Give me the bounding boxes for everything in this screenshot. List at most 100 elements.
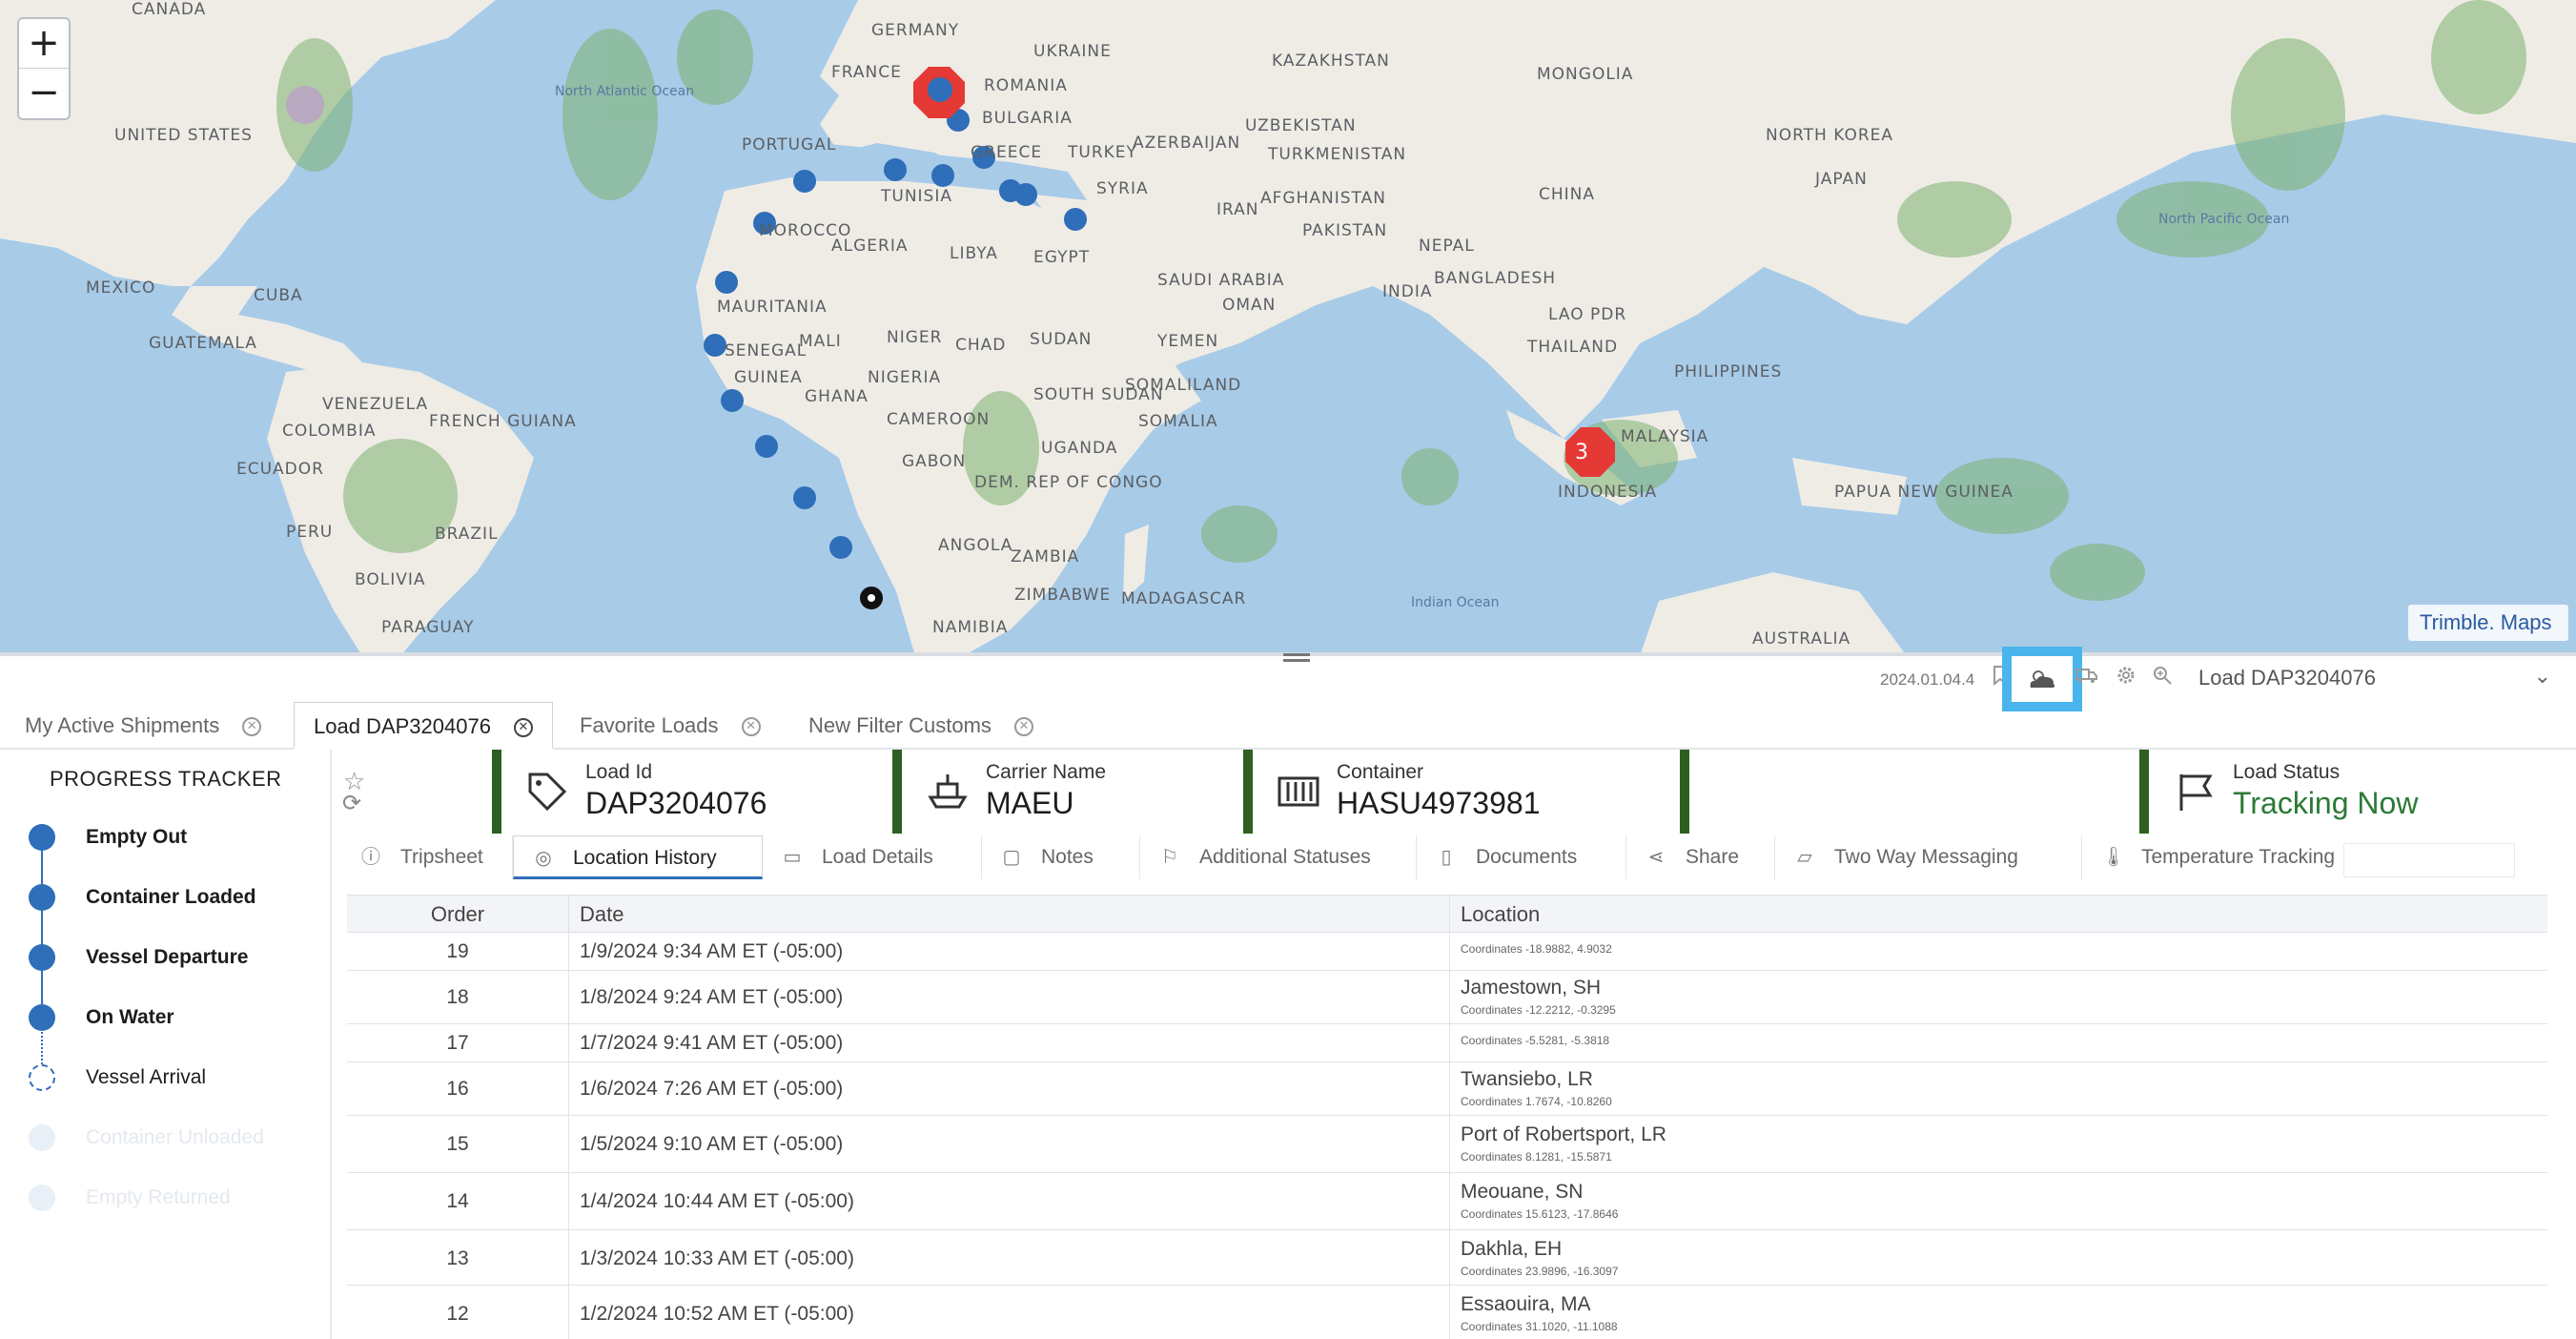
map-label: OMAN xyxy=(1222,296,1277,315)
zoom-control: + − xyxy=(17,17,71,120)
shipment-tabs: My Active Shipments ✕ Load DAP3204076 ✕ Fa… xyxy=(0,702,2576,750)
truck-icon: ▭ xyxy=(783,847,802,868)
info-icon: ⓘ xyxy=(361,847,380,868)
container-icon xyxy=(1278,776,1319,807)
tab-my-active-shipments[interactable]: My Active Shipments ✕ xyxy=(25,702,262,750)
close-tab-icon[interactable]: ✕ xyxy=(1013,717,1033,737)
zoom-out-button[interactable]: − xyxy=(19,69,69,118)
carrier-value: MAEU xyxy=(986,786,1074,820)
location-place: Meouane, SN xyxy=(1461,1181,1584,1203)
cell-order: 12 xyxy=(446,1303,469,1325)
map-label: DEM. REP OF CONGO xyxy=(974,473,1163,492)
step-complete-icon xyxy=(29,1004,55,1031)
tab-favorite-loads[interactable]: Favorite Loads ✕ xyxy=(580,702,761,750)
tab-label: Load DAP3204076 xyxy=(314,714,491,738)
close-tab-icon[interactable]: ✕ xyxy=(741,717,761,737)
load-status-value: Tracking Now xyxy=(2233,786,2419,820)
cell-date: 1/3/2024 10:33 AM ET (-05:00) xyxy=(580,1247,854,1269)
map-label: MALAYSIA xyxy=(1621,427,1709,446)
progress-tracker-title: PROGRESS TRACKER xyxy=(50,767,282,791)
zoom-in-button[interactable]: + xyxy=(19,19,69,69)
cell-date: 1/2/2024 10:52 AM ET (-05:00) xyxy=(580,1303,854,1325)
cell-date: 1/7/2024 9:41 AM ET (-05:00) xyxy=(580,1032,844,1054)
tab-load-details[interactable]: ▭ Load Details xyxy=(763,835,982,879)
truck-icon[interactable] xyxy=(2067,660,2105,698)
map-label: UZBEKISTAN xyxy=(1245,116,1357,135)
carrier-label: Carrier Name xyxy=(986,761,1107,783)
step-label: Container Unloaded xyxy=(86,1126,264,1148)
tab-location-history[interactable]: ◎ Location History xyxy=(513,835,763,879)
settings-gear-icon[interactable] xyxy=(2107,660,2145,698)
step-current-icon xyxy=(29,1064,55,1091)
tab-overflow-area xyxy=(2343,843,2515,877)
map-label: GREECE xyxy=(971,143,1043,162)
tab-notes[interactable]: ▢ Notes xyxy=(982,835,1140,879)
map-label: COLOMBIA xyxy=(282,422,377,441)
map-label: PORTUGAL xyxy=(742,135,837,154)
table-row[interactable]: 18 1/8/2024 9:24 AM ET (-05:00) Jamestow… xyxy=(347,971,2547,1024)
cell-location: Coordinates -18.9882, 4.9032 xyxy=(1461,937,1612,956)
map-label: AFGHANISTAN xyxy=(1260,189,1386,208)
tag-icon xyxy=(528,772,567,812)
map-label: SOMALIA xyxy=(1138,412,1218,431)
map-view[interactable]: 3 CANADA UNITED STATES MEXICO CUBA GUATE… xyxy=(0,0,2576,656)
step-label: Empty Returned xyxy=(86,1186,231,1208)
cell-date: 1/5/2024 9:10 AM ET (-05:00) xyxy=(580,1133,844,1155)
ship-icon xyxy=(928,774,968,809)
step-label: Vessel Departure xyxy=(86,946,249,968)
column-header-order[interactable]: Order xyxy=(347,896,568,934)
map-label: TURKMENISTAN xyxy=(1268,145,1407,164)
table-row[interactable]: 14 1/4/2024 10:44 AM ET (-05:00) Meouane… xyxy=(347,1173,2547,1230)
cell-order: 16 xyxy=(446,1078,469,1100)
tab-label: My Active Shipments xyxy=(25,713,220,737)
table-row[interactable]: 12 1/2/2024 10:52 AM ET (-05:00) Essaoui… xyxy=(347,1286,2547,1339)
location-place: Twansiebo, LR xyxy=(1461,1068,1593,1090)
tab-label: Additional Statuses xyxy=(1199,846,1371,868)
cell-date: 1/9/2024 9:34 AM ET (-05:00) xyxy=(580,940,844,962)
map-label: GABON xyxy=(902,452,967,471)
ocean-label: Indian Ocean xyxy=(1411,595,1500,610)
location-coords: Coordinates -5.5281, -5.3818 xyxy=(1461,1034,1610,1047)
close-tab-icon[interactable]: ✕ xyxy=(513,718,533,738)
tab-additional-statuses[interactable]: ⚐ Additional Statuses xyxy=(1140,835,1417,879)
tab-load-dap3204076[interactable]: Load DAP3204076 ✕ xyxy=(294,702,553,750)
map-label: PAKISTAN xyxy=(1302,221,1388,240)
cell-location: Port of Robertsport, LR Coordinates 8.12… xyxy=(1461,1123,1666,1164)
tab-temperature-tracking[interactable]: 🌡 Temperature Tracking xyxy=(2082,835,2368,879)
table-row[interactable]: 19 1/9/2024 9:34 AM ET (-05:00) Coordina… xyxy=(347,933,2547,971)
table-row[interactable]: 13 1/3/2024 10:33 AM ET (-05:00) Dakhla,… xyxy=(347,1230,2547,1286)
close-tab-icon[interactable]: ✕ xyxy=(242,717,262,737)
tab-two-way-messaging[interactable]: ▱ Two Way Messaging xyxy=(1775,835,2082,879)
tab-documents[interactable]: ▯ Documents xyxy=(1417,835,1626,879)
map-label: FRENCH GUIANA xyxy=(429,412,577,431)
refresh-icon[interactable]: ⟳ xyxy=(342,790,361,817)
map-label: PAPUA NEW GUINEA xyxy=(1834,483,2014,502)
tab-label: Share xyxy=(1686,846,1740,868)
tab-tripsheet[interactable]: ⓘ Tripsheet xyxy=(341,835,513,879)
map-label: PHILIPPINES xyxy=(1674,362,1783,381)
table-row[interactable]: 15 1/5/2024 9:10 AM ET (-05:00) Port of … xyxy=(347,1116,2547,1173)
zoom-search-icon[interactable] xyxy=(2143,660,2181,698)
map-label: GUATEMALA xyxy=(149,334,257,353)
map-label: ALGERIA xyxy=(831,237,909,256)
column-header-location[interactable]: Location xyxy=(1461,896,1540,934)
map-label: CANADA xyxy=(132,0,207,19)
table-row[interactable]: 16 1/6/2024 7:26 AM ET (-05:00) Twansieb… xyxy=(347,1062,2547,1116)
table-row[interactable]: 17 1/7/2024 9:41 AM ET (-05:00) Coordina… xyxy=(347,1024,2547,1062)
column-header-date[interactable]: Date xyxy=(580,896,624,934)
map-label: LAO PDR xyxy=(1548,305,1627,324)
cluster-count[interactable]: 3 xyxy=(1575,441,1589,464)
tab-new-filter-customs[interactable]: New Filter Customs ✕ xyxy=(808,702,1033,750)
resize-handle[interactable] xyxy=(1283,650,1310,664)
tab-share[interactable]: ⋖ Share xyxy=(1626,835,1775,879)
step-complete-icon xyxy=(29,944,55,971)
cell-date: 1/6/2024 7:26 AM ET (-05:00) xyxy=(580,1078,844,1100)
map-label: INDIA xyxy=(1382,282,1433,301)
load-selector-dropdown[interactable]: Load DAP3204076 ⌄ xyxy=(2198,664,2561,694)
ocean-label: North Atlantic Ocean xyxy=(555,84,695,99)
map-label: VENEZUELA xyxy=(322,395,429,414)
cell-location: Dakhla, EH Coordinates 23.9896, -16.3097 xyxy=(1461,1238,1618,1278)
map-label: SAUDI ARABIA xyxy=(1157,271,1285,290)
location-place: Port of Robertsport, LR xyxy=(1461,1123,1666,1145)
map-label: TURKEY xyxy=(1068,143,1137,162)
